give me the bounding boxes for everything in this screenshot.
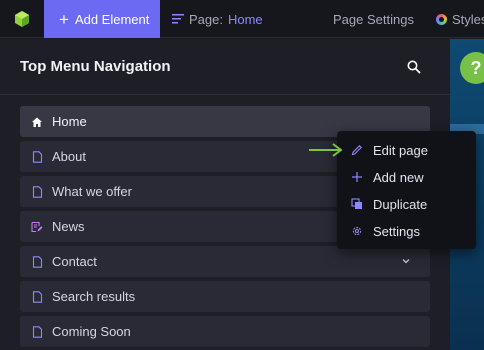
- logo-icon[interactable]: [0, 0, 44, 38]
- panel-title: Top Menu Navigation: [20, 58, 171, 75]
- gear-icon: [351, 225, 363, 237]
- home-icon: [31, 116, 43, 128]
- blog-icon: [31, 221, 43, 233]
- page-settings-label: Page Settings: [333, 11, 414, 27]
- chevron-down-icon[interactable]: [400, 255, 412, 267]
- styles-label: Styles: [452, 11, 484, 27]
- page-settings-button[interactable]: Page Settings: [333, 0, 414, 38]
- nav-item-label: Contact: [52, 254, 97, 269]
- plus-icon: [351, 171, 363, 183]
- nav-item-label: About: [52, 149, 86, 164]
- pencil-icon: [351, 144, 363, 156]
- menu-item-label: Edit page: [373, 142, 428, 158]
- page-name: Home: [227, 11, 263, 27]
- nav-item-search-results[interactable]: Search results: [20, 281, 430, 312]
- nav-item-label: What we offer: [52, 184, 132, 199]
- help-button[interactable]: ?: [460, 52, 484, 84]
- page-icon: [31, 325, 43, 338]
- search-icon[interactable]: [406, 59, 422, 75]
- menu-item-label: Add new: [373, 169, 424, 185]
- add-element-label: Add Element: [74, 11, 150, 27]
- duplicate-icon: [351, 198, 363, 210]
- nav-item-label: Search results: [52, 289, 136, 304]
- menu-item-settings[interactable]: Settings: [351, 221, 420, 241]
- nav-item-label: Home: [52, 114, 87, 129]
- menu-item-label: Settings: [373, 223, 420, 239]
- lines-icon: [172, 14, 184, 24]
- styles-button[interactable]: Styles: [436, 0, 484, 38]
- nav-item-label: Coming Soon: [52, 324, 131, 339]
- add-element-button[interactable]: + Add Element: [44, 0, 160, 38]
- menu-item-add-new[interactable]: Add new: [351, 167, 424, 187]
- nav-item-contact[interactable]: Contact: [20, 246, 430, 277]
- nav-item-label: News: [52, 219, 85, 234]
- context-menu: Edit page Add new Duplicate Settings: [337, 131, 476, 249]
- page-icon: [31, 150, 43, 163]
- plus-icon: +: [59, 9, 69, 29]
- color-wheel-icon: [436, 13, 447, 25]
- page-selector[interactable]: Page: Home: [172, 0, 263, 38]
- page-icon: [31, 255, 43, 268]
- menu-item-label: Duplicate: [373, 196, 428, 212]
- top-toolbar: + Add Element Page: Home Page Settings S…: [0, 0, 484, 38]
- help-label: ?: [470, 57, 482, 78]
- menu-item-duplicate[interactable]: Duplicate: [351, 194, 427, 214]
- page-icon: [31, 290, 43, 303]
- page-icon: [31, 185, 43, 198]
- page-prefix: Page:: [189, 11, 223, 27]
- menu-item-edit-page[interactable]: Edit page: [351, 140, 428, 160]
- annotation-arrow-icon: [309, 143, 343, 157]
- panel-header: Top Menu Navigation: [0, 39, 450, 95]
- nav-item-coming-soon[interactable]: Coming Soon: [20, 316, 430, 347]
